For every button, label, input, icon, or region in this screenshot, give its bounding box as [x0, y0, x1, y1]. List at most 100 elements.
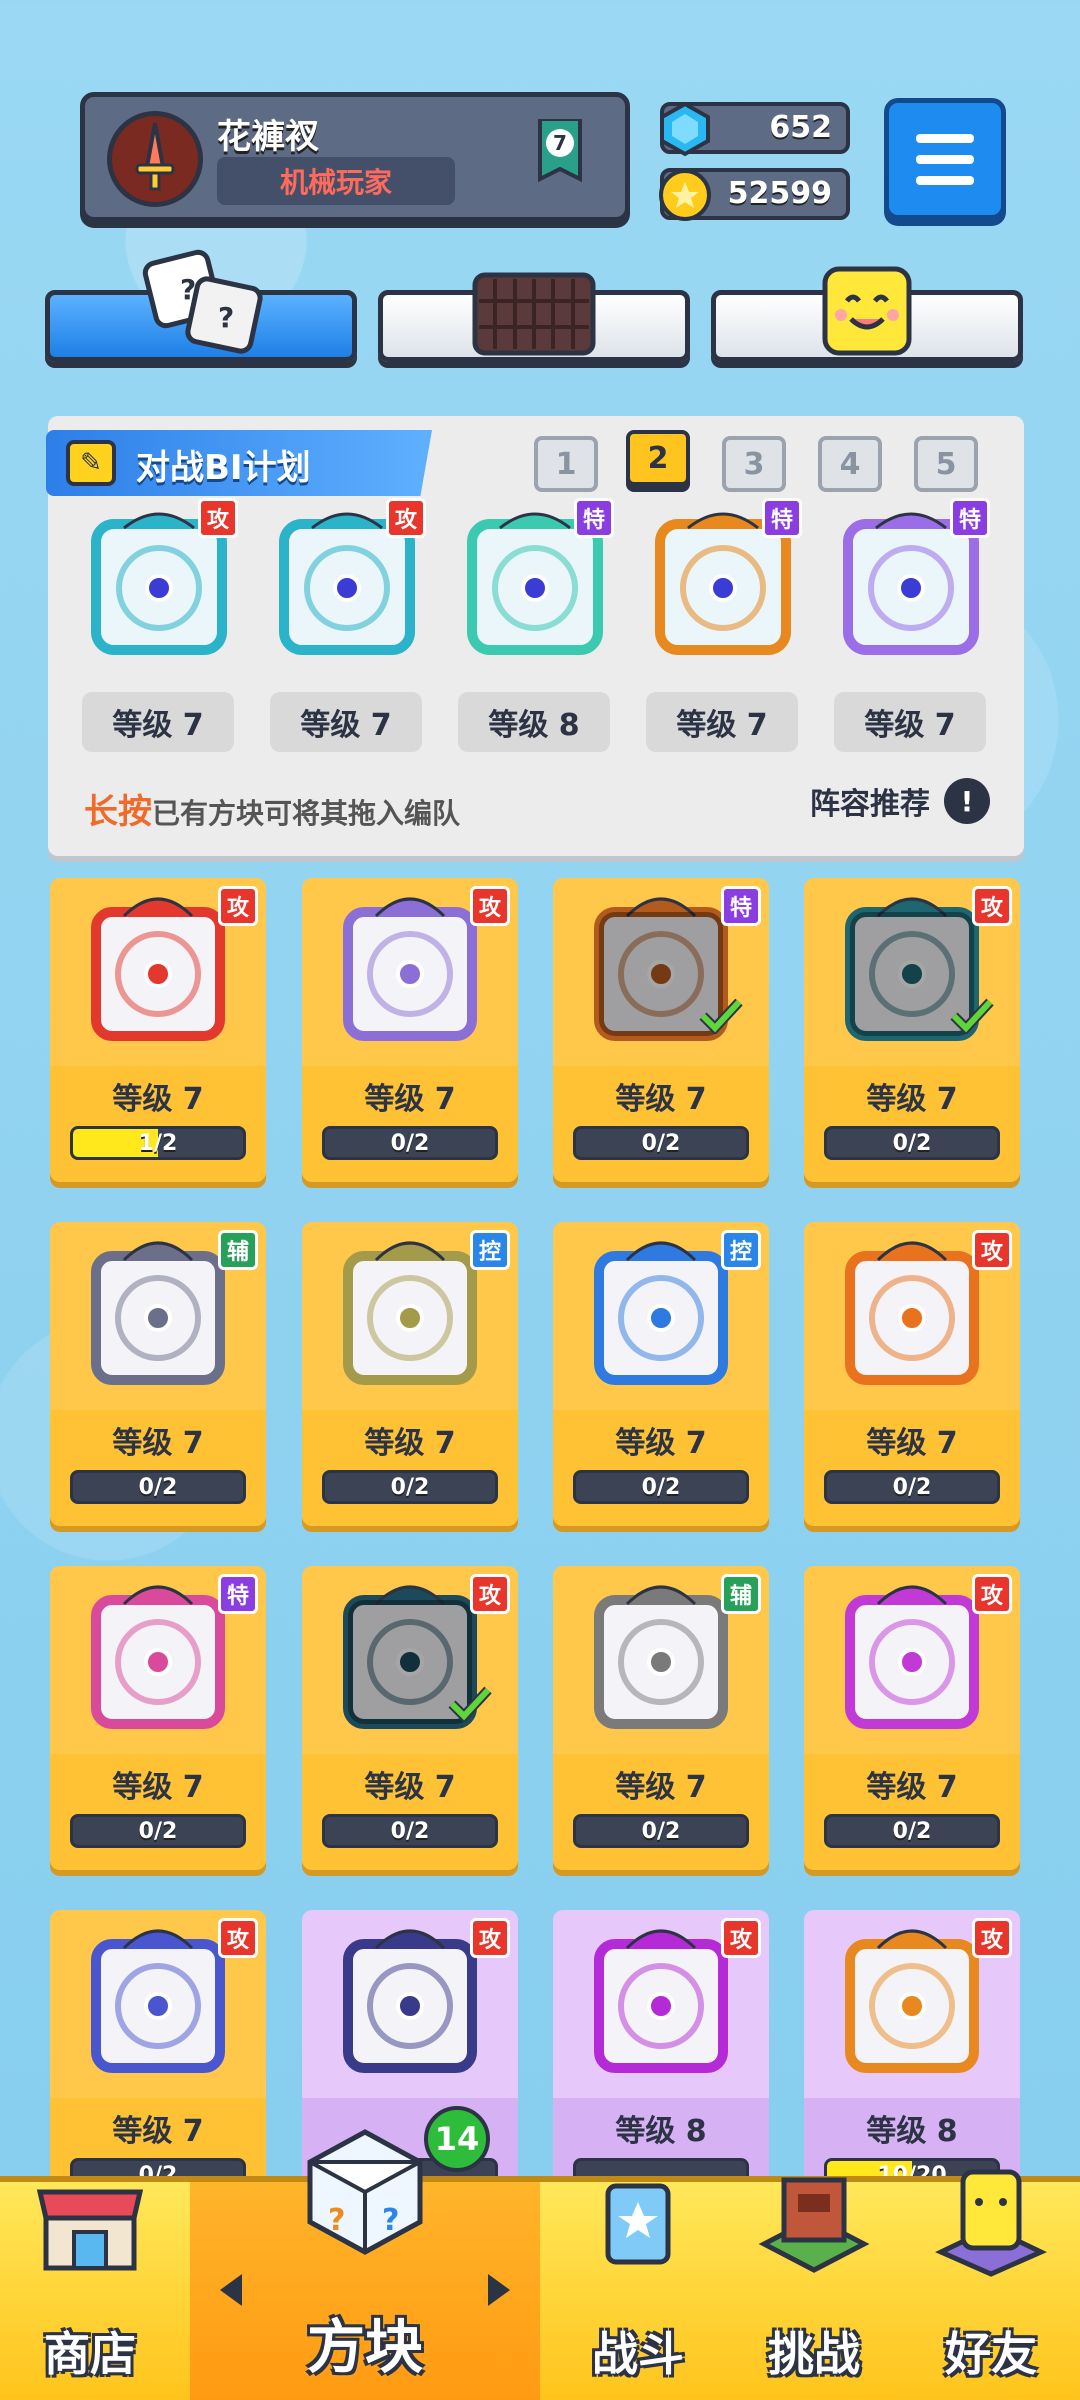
- mystery-block-icon: ? ?: [307, 2129, 423, 2255]
- info-icon[interactable]: !: [944, 778, 990, 824]
- deck-slot[interactable]: 攻: [84, 498, 238, 664]
- progress-bar: 0/2: [573, 1126, 749, 1160]
- card-level: 等级 7: [866, 1770, 958, 1805]
- block-card[interactable]: 攻等级 7 0/2: [302, 878, 518, 1182]
- nav-friends[interactable]: 好友: [902, 2169, 1080, 2400]
- drag-hint: 长按已有方块可将其拖入编队: [84, 784, 460, 833]
- sword-icon: [135, 122, 175, 191]
- check-icon: [950, 998, 994, 1034]
- deck-number-2[interactable]: 2: [626, 430, 690, 486]
- tab-board[interactable]: [378, 272, 690, 362]
- progress-bar: 0/2: [322, 1126, 498, 1160]
- type-tag: 攻: [470, 1918, 510, 1958]
- tab-dice[interactable]: ? ?: [45, 249, 357, 362]
- shop-icon: [36, 2189, 144, 2271]
- block-card[interactable]: 攻等级 7 0/2: [302, 1566, 518, 1870]
- block-card[interactable]: 控等级 7 0/2: [302, 1222, 518, 1526]
- deck-slot-level: 等级 8: [458, 692, 610, 752]
- deck-slot-level: 等级 7: [82, 692, 234, 752]
- pencil-icon[interactable]: ✎: [66, 440, 116, 486]
- type-tag: 特: [721, 886, 761, 926]
- block-card[interactable]: 辅等级 7 0/2: [50, 1222, 266, 1526]
- deck-number-5[interactable]: 5: [914, 436, 978, 492]
- progress-bar: 0/2: [573, 1470, 749, 1504]
- player-title: 机械玩家: [217, 157, 455, 205]
- battle-icon: [605, 2183, 671, 2265]
- block-art-icon: [594, 1929, 728, 2073]
- type-tag: 攻: [386, 498, 426, 538]
- rank-badge-icon: 7: [538, 119, 582, 183]
- recommend-button[interactable]: 阵容推荐 !: [810, 778, 990, 824]
- nav-blocks[interactable]: ? ? 方块: [190, 2129, 540, 2400]
- deck-slot[interactable]: 特: [648, 498, 802, 664]
- card-level: 等级 7: [112, 1082, 204, 1117]
- check-icon: [448, 1686, 492, 1722]
- block-art-icon: [594, 1585, 728, 1729]
- progress-text: 0/2: [390, 1818, 430, 1844]
- gem-count: 652: [769, 110, 832, 145]
- block-art-icon: [91, 1585, 225, 1729]
- card-level: 等级 7: [364, 1082, 456, 1117]
- progress-text: 0/2: [641, 1818, 681, 1844]
- svg-text:?: ?: [382, 2203, 399, 2238]
- nav-shop[interactable]: 商店: [0, 2182, 180, 2400]
- type-tag: 特: [762, 498, 802, 538]
- type-tag: 特: [218, 1574, 258, 1614]
- deck-number-3[interactable]: 3: [722, 436, 786, 492]
- block-card[interactable]: 攻等级 7 0/2: [804, 878, 1020, 1182]
- deck-slot[interactable]: 特: [460, 498, 614, 664]
- progress-bar: 0/2: [70, 1814, 246, 1848]
- gem-icon: [660, 101, 710, 157]
- card-level: 等级 7: [866, 1426, 958, 1461]
- recommend-label: 阵容推荐: [810, 787, 930, 822]
- menu-button[interactable]: [884, 98, 1006, 220]
- block-art-icon: [343, 1241, 477, 1385]
- nav-challenge[interactable]: 挑战: [726, 2177, 902, 2400]
- block-card[interactable]: 攻等级 7 0/2: [804, 1566, 1020, 1870]
- chevron-right-icon[interactable]: [488, 2274, 510, 2306]
- block-card[interactable]: 攻等级 7 1/2: [50, 878, 266, 1182]
- nav-battle-label: 战斗: [592, 2327, 684, 2381]
- coin-counter[interactable]: 52599: [659, 168, 850, 221]
- card-level: 等级 7: [615, 1770, 707, 1805]
- type-tag: 特: [950, 498, 990, 538]
- chevron-left-icon[interactable]: [220, 2274, 242, 2306]
- nav-battle[interactable]: 战斗: [550, 2182, 726, 2400]
- friends-icon: [935, 2169, 1047, 2277]
- progress-text: 0/2: [641, 1474, 681, 1500]
- avatar[interactable]: [107, 111, 203, 207]
- block-art-icon: [91, 897, 225, 1041]
- svg-text:?: ?: [180, 273, 196, 306]
- deck-banner[interactable]: ✎ 对战BI计划: [46, 430, 432, 496]
- block-card[interactable]: 特等级 7 0/2: [553, 878, 769, 1182]
- nav-friends-label: 好友: [945, 2327, 1037, 2381]
- type-tag: 攻: [470, 1574, 510, 1614]
- card-level: 等级 7: [112, 2114, 204, 2149]
- type-tag: 控: [470, 1230, 510, 1270]
- progress-text: 0/2: [892, 1130, 932, 1156]
- type-tag: 攻: [972, 1230, 1012, 1270]
- block-card[interactable]: 攻等级 7 0/2: [804, 1222, 1020, 1526]
- deck-number-1[interactable]: 1: [534, 436, 598, 492]
- bottom-nav: 商店 ? ? 方块 战斗 挑战 好友: [0, 2129, 1080, 2400]
- type-tag: 特: [574, 498, 614, 538]
- block-card[interactable]: 控等级 7 0/2: [553, 1222, 769, 1526]
- progress-text: 0/2: [892, 1474, 932, 1500]
- coin-count: 52599: [727, 176, 832, 211]
- block-art-icon: [845, 1241, 979, 1385]
- type-tag: 辅: [218, 1230, 258, 1270]
- progress-text: 0/2: [138, 1818, 178, 1844]
- deck-slot-level: 等级 7: [646, 692, 798, 752]
- deck-slot[interactable]: 攻: [272, 498, 426, 664]
- block-art-icon: [594, 1241, 728, 1385]
- card-level: 等级 7: [112, 1426, 204, 1461]
- tab-block-skin[interactable]: [711, 266, 1023, 362]
- gem-counter[interactable]: 652: [660, 101, 850, 157]
- profile-panel[interactable]: 花褲衩 机械玩家 7: [80, 92, 630, 222]
- block-art-icon: [845, 1929, 979, 2073]
- block-card[interactable]: 特等级 7 0/2: [50, 1566, 266, 1870]
- deck-number-4[interactable]: 4: [818, 436, 882, 492]
- deck-slot[interactable]: 特: [836, 498, 990, 664]
- block-card[interactable]: 辅等级 7 0/2: [553, 1566, 769, 1870]
- player-name: 花褲衩: [217, 117, 319, 157]
